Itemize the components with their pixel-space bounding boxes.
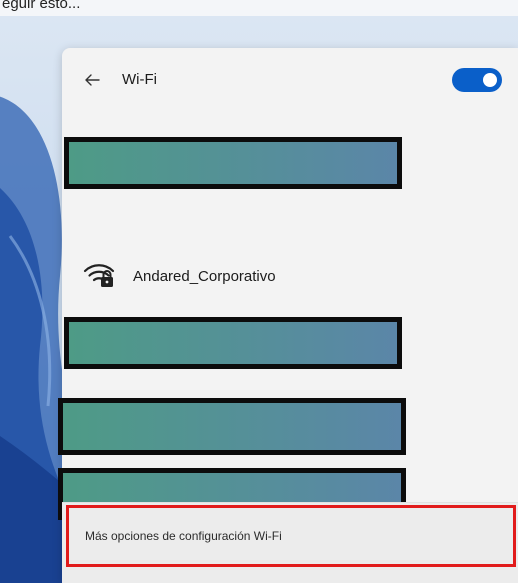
more-wifi-settings-link[interactable]: Más opciones de configuración Wi-Fi xyxy=(66,505,516,567)
panel-footer: Más opciones de configuración Wi-Fi xyxy=(62,502,518,583)
redacted-network-3[interactable] xyxy=(58,398,406,455)
wifi-secured-icon xyxy=(82,257,116,291)
network-item-andared-corporativo[interactable]: Andared_Corporativo xyxy=(62,249,518,305)
panel-title: Wi-Fi xyxy=(122,71,157,88)
arrow-left-icon[interactable] xyxy=(82,70,102,90)
redacted-network-1[interactable] xyxy=(64,137,402,189)
network-name: Andared_Corporativo xyxy=(133,268,276,285)
network-list: Andared_Corporativo xyxy=(58,120,518,520)
panel-header: Wi-Fi xyxy=(62,48,518,120)
more-wifi-settings-label: Más opciones de configuración Wi-Fi xyxy=(85,529,282,543)
toggle-knob xyxy=(483,73,497,87)
wifi-toggle[interactable] xyxy=(452,68,502,92)
redacted-network-2[interactable] xyxy=(64,317,402,369)
wifi-quick-settings-panel: Wi-Fi Andared_Corporativo Más opciones d… xyxy=(58,48,518,583)
cropped-caption-text: eguir esto... xyxy=(2,0,81,12)
